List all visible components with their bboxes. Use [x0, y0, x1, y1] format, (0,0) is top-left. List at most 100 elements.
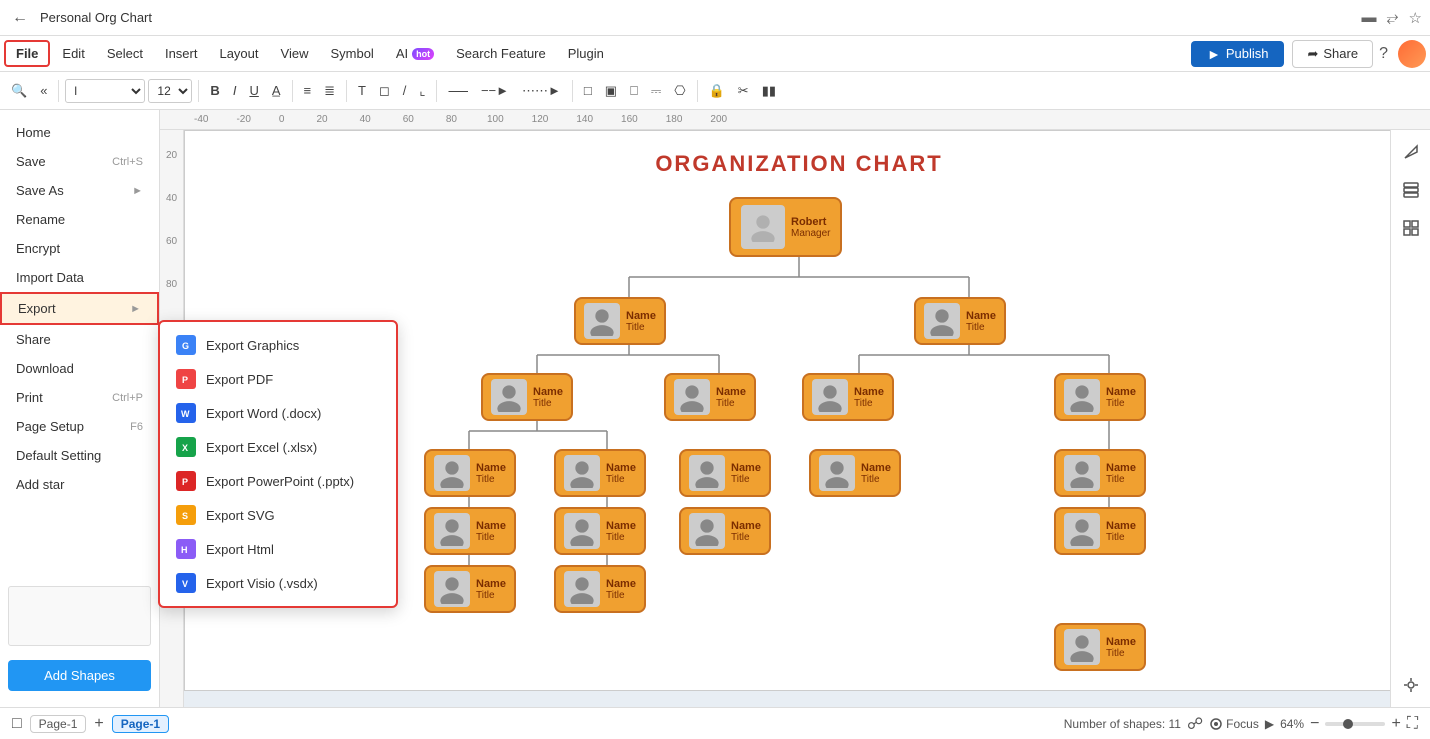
- l2-rr-node[interactable]: NameTitle: [1054, 373, 1146, 421]
- menu-item-edit[interactable]: Edit: [52, 42, 94, 65]
- back-button[interactable]: ←: [8, 7, 32, 29]
- l3-3[interactable]: NameTitle: [679, 449, 771, 497]
- menu-item-symbol[interactable]: Symbol: [320, 42, 383, 65]
- menu-item-layout[interactable]: Layout: [209, 42, 268, 65]
- avatar[interactable]: [1398, 40, 1426, 68]
- page-tab[interactable]: Page-1: [30, 715, 87, 733]
- l1-left-node[interactable]: NameTitle: [574, 297, 666, 345]
- l1-right-node[interactable]: NameTitle: [914, 297, 1006, 345]
- shape-icon-4[interactable]: ⎓: [646, 80, 666, 102]
- text-icon[interactable]: T: [353, 80, 371, 101]
- layout-view-icon[interactable]: □: [12, 715, 22, 733]
- sidebar-item-share[interactable]: Share: [0, 325, 159, 354]
- collapse-icon[interactable]: «: [35, 80, 52, 101]
- italic-button[interactable]: I: [228, 80, 242, 101]
- menu-item-file[interactable]: File: [4, 40, 50, 67]
- paint-bucket-icon[interactable]: [1397, 138, 1425, 166]
- line-style-3[interactable]: ⋯⋯►: [517, 80, 566, 102]
- unlock-icon[interactable]: ✂: [733, 80, 754, 102]
- zoom-out-button[interactable]: −: [1310, 715, 1319, 733]
- export-word-item[interactable]: W Export Word (.docx): [160, 396, 396, 430]
- layers-icon[interactable]: [1397, 176, 1425, 204]
- sidebar-item-default-setting[interactable]: Default Setting: [0, 441, 159, 470]
- l4-4[interactable]: NameTitle: [1054, 507, 1146, 555]
- sidebar-item-import-data[interactable]: Import Data: [0, 263, 159, 292]
- export-submenu: G Export Graphics P Export PDF W Export …: [158, 320, 398, 608]
- connector-icon[interactable]: ⌞: [414, 80, 430, 102]
- export-graphics-item[interactable]: G Export Graphics: [160, 328, 396, 362]
- menu-item-insert[interactable]: Insert: [155, 42, 208, 65]
- fullscreen-button[interactable]: ⛶: [1407, 715, 1418, 733]
- menu-item-search-feature[interactable]: Search Feature: [446, 42, 556, 65]
- l3-1[interactable]: NameTitle: [424, 449, 516, 497]
- line-style-1[interactable]: ⎯⎯⎯: [443, 80, 473, 102]
- menu-item-select[interactable]: Select: [97, 42, 153, 65]
- l2-rl-node[interactable]: NameTitle: [802, 373, 894, 421]
- publish-button[interactable]: ► Publish: [1191, 41, 1285, 67]
- export-excel-item[interactable]: X Export Excel (.xlsx): [160, 430, 396, 464]
- sidebar-item-rename[interactable]: Rename: [0, 205, 159, 234]
- l3-4[interactable]: NameTitle: [809, 449, 901, 497]
- sidebar-item-home[interactable]: Home: [0, 118, 159, 147]
- line-draw-icon[interactable]: /: [398, 80, 412, 101]
- l4-1[interactable]: NameTitle: [424, 507, 516, 555]
- settings-bottom-icon[interactable]: [1397, 671, 1425, 699]
- underline-button[interactable]: U: [244, 80, 263, 101]
- bold-button[interactable]: B: [205, 80, 224, 101]
- sidebar-item-export[interactable]: Export ►: [0, 292, 159, 325]
- l5-3[interactable]: NameTitle: [1054, 623, 1146, 671]
- add-page-button[interactable]: +: [94, 715, 103, 733]
- grid-icon[interactable]: [1397, 214, 1425, 242]
- sidebar-item-encrypt[interactable]: Encrypt: [0, 234, 159, 263]
- shape-icon-5[interactable]: ⎔: [669, 80, 690, 102]
- l5-2[interactable]: NameTitle: [554, 565, 646, 613]
- font-family-select[interactable]: l: [65, 79, 145, 103]
- menu-item-view[interactable]: View: [271, 42, 319, 65]
- export-visio-item[interactable]: V Export Visio (.vsdx): [160, 566, 396, 600]
- shape-icon-1[interactable]: □: [579, 80, 597, 101]
- sidebar-item-save-as[interactable]: Save As ►: [0, 176, 159, 205]
- l3-5[interactable]: NameTitle: [1054, 449, 1146, 497]
- layout-icon[interactable]: ▮▮: [757, 80, 781, 102]
- sidebar-item-save[interactable]: Save Ctrl+S: [0, 147, 159, 176]
- focus-button[interactable]: Focus: [1209, 717, 1259, 731]
- align-left-button[interactable]: ≡: [299, 80, 317, 101]
- menu-item-plugin[interactable]: Plugin: [558, 42, 614, 65]
- sidebar-item-print[interactable]: Print Ctrl+P: [0, 383, 159, 412]
- search-toolbar-icon[interactable]: 🔍: [6, 80, 32, 102]
- lock-icon[interactable]: 🔒: [704, 80, 730, 102]
- popout-icon[interactable]: ⥂: [1387, 9, 1399, 26]
- l4-3[interactable]: NameTitle: [679, 507, 771, 555]
- export-html-item[interactable]: H Export Html: [160, 532, 396, 566]
- star-icon[interactable]: ☆: [1409, 9, 1422, 27]
- export-svg-item[interactable]: S Export SVG: [160, 498, 396, 532]
- l2-lr-node[interactable]: NameTitle: [664, 373, 756, 421]
- export-pdf-item[interactable]: P Export PDF: [160, 362, 396, 396]
- add-shapes-button[interactable]: Add Shapes: [8, 660, 151, 691]
- line-style-2[interactable]: −−►: [476, 80, 514, 101]
- shape-icon-2[interactable]: ▣: [600, 80, 622, 102]
- sidebar-item-page-setup[interactable]: Page Setup F6: [0, 412, 159, 441]
- erase-icon[interactable]: ◻: [374, 80, 395, 102]
- font-size-select[interactable]: 12: [148, 79, 192, 103]
- font-color-button[interactable]: A̲: [267, 80, 286, 101]
- sidebar-item-add-star[interactable]: Add star: [0, 470, 159, 499]
- l2-ll-node[interactable]: NameTitle: [481, 373, 573, 421]
- help-icon[interactable]: ?: [1379, 45, 1388, 63]
- align-center-button[interactable]: ≣: [319, 80, 340, 102]
- share-button[interactable]: ➦ Share: [1292, 40, 1373, 68]
- root-node[interactable]: Robert Manager: [729, 197, 842, 257]
- l4-2[interactable]: NameTitle: [554, 507, 646, 555]
- sidebar-item-download[interactable]: Download: [0, 354, 159, 383]
- ai-hot-badge: hot: [412, 48, 434, 60]
- zoom-in-button[interactable]: +: [1391, 715, 1400, 733]
- l3-2[interactable]: NameTitle: [554, 449, 646, 497]
- shape-icon-3[interactable]: ⎕: [625, 80, 643, 102]
- l5-1[interactable]: NameTitle: [424, 565, 516, 613]
- layers-status-icon[interactable]: ☍: [1187, 714, 1203, 734]
- minimize-icon[interactable]: ▬: [1362, 9, 1377, 26]
- menu-item-ai[interactable]: AI hot: [386, 42, 444, 65]
- export-powerpoint-item[interactable]: P Export PowerPoint (.pptx): [160, 464, 396, 498]
- active-page-tab[interactable]: Page-1: [112, 715, 169, 733]
- play-icon[interactable]: ▶: [1265, 717, 1274, 731]
